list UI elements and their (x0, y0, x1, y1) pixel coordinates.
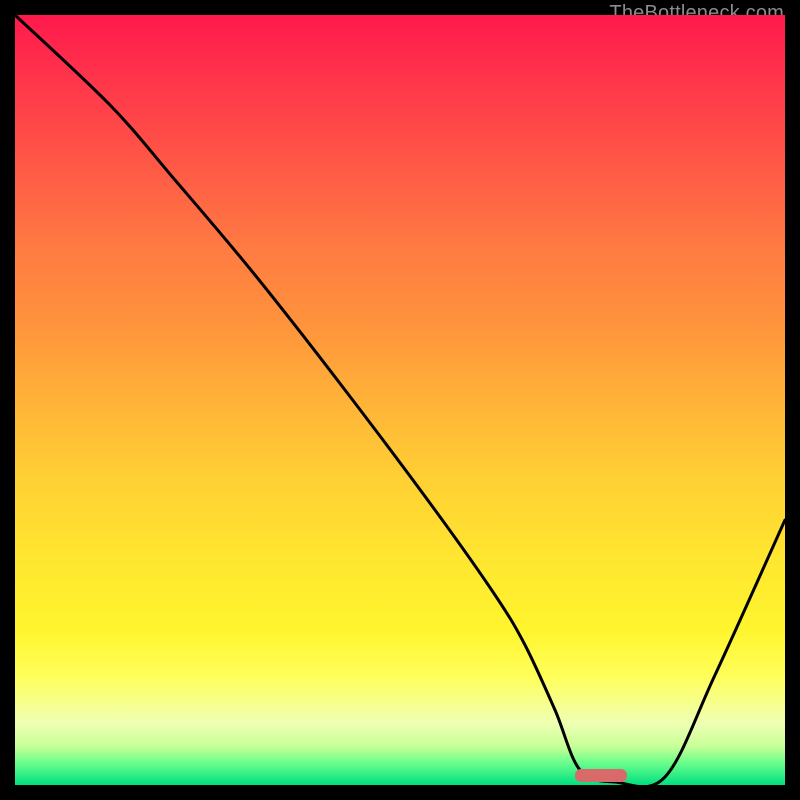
curve-path (15, 15, 785, 785)
chart-area (15, 15, 785, 785)
optimal-region-marker (575, 769, 627, 782)
bottleneck-curve (15, 15, 785, 785)
